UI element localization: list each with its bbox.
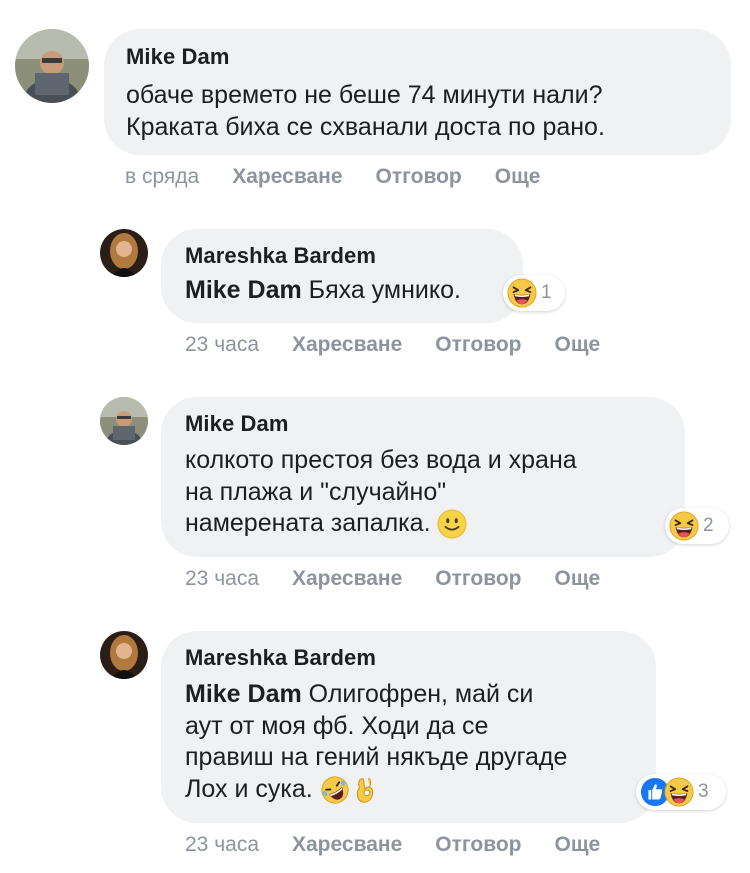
comment-bubble: Mareshka Bardem Mike Dam Олигофрен, май … [161,631,656,823]
laugh-icon [669,511,699,541]
more-button[interactable]: Още [555,333,601,357]
comment-bubble: Mike Dam колкото престоя без вода и хран… [161,397,685,557]
reply-button[interactable]: Отговор [435,567,521,591]
comment-actions: 23 часа Харесване Отговор Още [185,833,633,857]
comment-text: Mike Dam Бяха умнико. [185,276,461,304]
comment-text: Mike Dam Олигофрен, май си аут от моя фб… [185,679,632,805]
avatar[interactable] [100,631,148,679]
smile-icon [437,509,467,539]
comment-text: колкото престоя без вода и храна на плаж… [185,445,661,540]
reply-button[interactable]: Отговор [376,165,462,189]
reaction-summary[interactable]: 3 [636,774,726,810]
ok-hand-icon [350,775,380,805]
comment-author[interactable]: Mareshka Bardem [185,645,632,671]
like-button[interactable]: Харесване [232,165,342,189]
comment-time[interactable]: 23 часа [185,567,259,591]
comment-text: обаче времето не беше 74 минути нали? Кр… [126,81,605,141]
more-button[interactable]: Още [555,567,601,591]
reply-button[interactable]: Отговор [435,833,521,857]
more-button[interactable]: Още [555,833,601,857]
laugh-icon [664,777,694,807]
reply-button[interactable]: Отговор [435,333,521,357]
like-button[interactable]: Харесване [292,833,402,857]
comment-time[interactable]: 23 часа [185,833,259,857]
like-button[interactable]: Харесване [292,333,402,357]
comment-author[interactable]: Mike Dam [185,411,661,437]
avatar[interactable] [100,229,148,277]
comment-author[interactable]: Mike Dam [126,44,709,70]
mention-link[interactable]: Mike Dam [185,680,302,708]
comment-actions: 23 часа Харесване Отговор Още [185,333,633,357]
reaction-count: 2 [703,515,714,536]
comment-actions: в сряда Харесване Отговор Още [125,165,573,189]
comment-author[interactable]: Mareshka Bardem [185,243,499,269]
laugh-icon [507,278,537,308]
reaction-count: 1 [541,282,552,303]
comment-bubble: Mareshka Bardem Mike Dam Бяха умнико. [161,229,523,323]
rolling-laugh-icon [320,775,350,805]
more-button[interactable]: Още [495,165,541,189]
mention-link[interactable]: Mike Dam [185,276,302,304]
reaction-count: 3 [698,781,709,802]
reaction-summary[interactable]: 1 [503,275,565,311]
comment-bubble: Mike Dam обаче времето не беше 74 минути… [104,29,731,155]
reaction-summary[interactable]: 2 [665,508,729,544]
avatar[interactable] [15,29,89,103]
comment-time[interactable]: в сряда [125,165,199,189]
avatar[interactable] [100,397,148,445]
comment-actions: 23 часа Харесване Отговор Още [185,567,633,591]
comment-time[interactable]: 23 часа [185,333,259,357]
like-button[interactable]: Харесване [292,567,402,591]
